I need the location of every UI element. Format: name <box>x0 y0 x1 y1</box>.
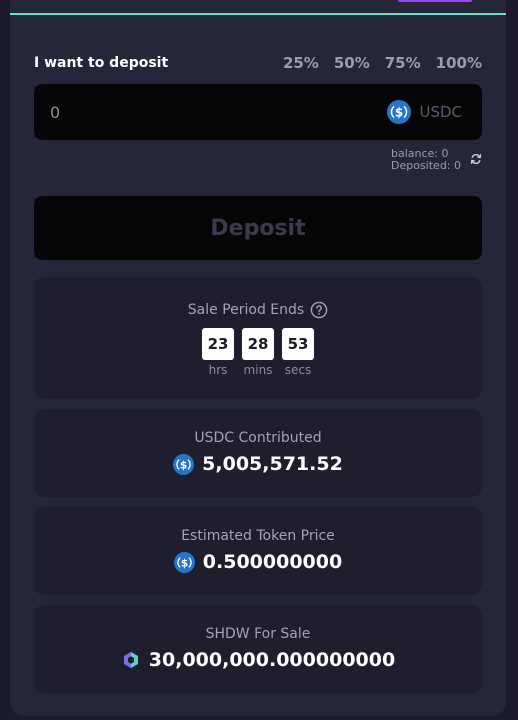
svg-text:$: $ <box>180 459 187 471</box>
sale-period-header: Sale Period Ends <box>34 301 482 319</box>
percent-75-button[interactable]: 75% <box>385 54 421 72</box>
refresh-icon[interactable] <box>470 153 482 165</box>
token-price-value: 0.500000000 <box>202 551 343 573</box>
countdown-minutes-value: 28 <box>242 328 274 360</box>
deposited-text: Deposited: 0 <box>391 159 462 172</box>
shdw-for-sale-row: 30,000,000.000000000 <box>34 649 482 671</box>
token-price-label: Estimated Token Price <box>181 528 335 544</box>
usdc-icon: $ <box>173 453 195 475</box>
countdown-hours: 23 hrs <box>202 328 234 377</box>
usdc-icon: $ <box>173 551 195 573</box>
page: I want to deposit 25% 50% 75% 100% $ USD… <box>0 0 518 720</box>
usdc-contributed-row: $ 5,005,571.52 <box>34 453 482 475</box>
usdc-contributed-card: USDC Contributed $ 5,005,571.52 <box>34 409 482 497</box>
countdown-seconds-label: secs <box>284 363 312 377</box>
countdown-seconds: 53 secs <box>282 328 314 377</box>
percent-25-button[interactable]: 25% <box>283 54 319 72</box>
shdw-icon <box>123 652 138 668</box>
percent-50-button[interactable]: 50% <box>334 54 370 72</box>
svg-text:$: $ <box>181 557 188 569</box>
balance-info: balance: 0 Deposited: 0 <box>391 148 461 172</box>
deposit-label: I want to deposit <box>34 55 169 71</box>
countdown-seconds-value: 53 <box>282 328 314 360</box>
token-price-row: $ 0.500000000 <box>34 551 482 573</box>
svg-text:$: $ <box>395 105 403 119</box>
usdc-icon: $ <box>387 100 412 124</box>
amount-input-box: $ USDC <box>34 84 482 140</box>
top-accent-line <box>10 13 506 15</box>
usdc-contributed-value: 5,005,571.52 <box>202 453 343 475</box>
countdown-hours-value: 23 <box>202 328 234 360</box>
countdown-minutes-label: mins <box>243 363 273 377</box>
deposit-panel: I want to deposit 25% 50% 75% 100% $ USD… <box>10 0 506 716</box>
countdown: 23 hrs 28 mins 53 secs <box>34 328 482 377</box>
token-selector[interactable]: $ USDC <box>387 100 462 124</box>
sale-period-title: Sale Period Ends <box>187 302 305 318</box>
percent-options: 25% 50% 75% 100% <box>283 54 482 72</box>
countdown-hours-label: hrs <box>208 363 228 377</box>
shdw-for-sale-value: 30,000,000.000000000 <box>148 649 396 671</box>
token-price-card: Estimated Token Price $ 0.500000000 <box>34 507 482 595</box>
top-tab-indicator <box>398 0 472 2</box>
token-name: USDC <box>419 103 462 121</box>
countdown-minutes: 28 mins <box>242 328 274 377</box>
help-circle-icon[interactable] <box>310 301 328 319</box>
shdw-for-sale-label: SHDW For Sale <box>205 626 311 642</box>
sale-period-card: Sale Period Ends 23 hrs 28 mins 53 secs <box>34 277 482 399</box>
usdc-contributed-label: USDC Contributed <box>194 430 322 446</box>
percent-100-button[interactable]: 100% <box>436 54 482 72</box>
shdw-for-sale-card: SHDW For Sale 30,000,000.000000000 <box>34 605 482 693</box>
deposit-button[interactable]: Deposit <box>34 196 482 260</box>
amount-input[interactable] <box>34 84 370 140</box>
